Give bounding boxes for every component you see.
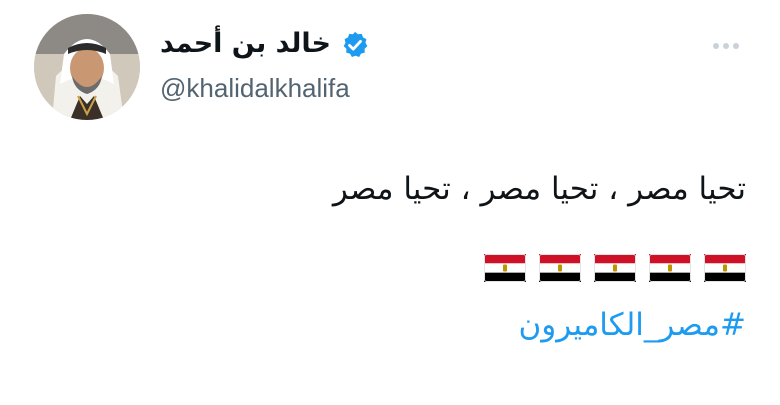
avatar[interactable] [34, 14, 140, 120]
avatar-image [34, 14, 140, 120]
egypt-flag-icon [704, 254, 746, 282]
display-name[interactable]: خالد بن أحمد [160, 26, 331, 62]
verified-badge-icon [343, 31, 368, 57]
more-options-icon[interactable] [706, 36, 746, 56]
hashtag-link[interactable]: #مصر_الكاميرون [519, 304, 747, 346]
egypt-flag-icon [484, 254, 526, 282]
flag-emoji-row [484, 254, 746, 282]
egypt-flag-icon [539, 254, 581, 282]
author-handle[interactable]: @khalidalkhalifa [160, 70, 350, 106]
egypt-flag-icon [594, 254, 636, 282]
egypt-flag-icon [649, 254, 691, 282]
tweet-text: تحيا مصر ، تحيا مصر ، تحيا مصر [332, 171, 746, 207]
